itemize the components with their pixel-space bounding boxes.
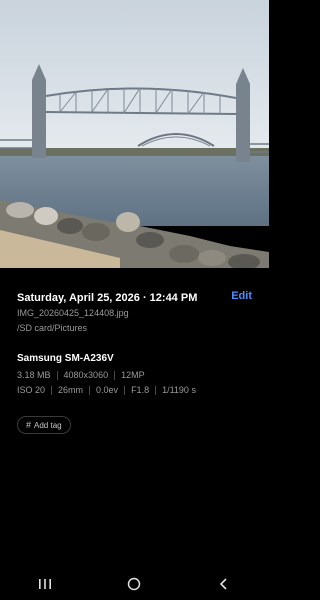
edit-datetime-button[interactable]: Edit bbox=[231, 290, 252, 302]
photo-image bbox=[0, 0, 269, 268]
home-icon bbox=[128, 577, 141, 591]
file-specs-row: 3.18 MB 4080x3060 12MP bbox=[17, 370, 145, 380]
camera-device: Samsung SM-A236V bbox=[17, 353, 114, 364]
divider bbox=[114, 370, 116, 380]
recents-icon bbox=[38, 579, 51, 589]
hash-icon: # bbox=[26, 420, 32, 430]
add-tag-button[interactable]: # Add tag bbox=[17, 416, 71, 434]
divider bbox=[155, 385, 157, 395]
exposure-specs-row: ISO 20 26mm 0.0ev F1.8 1/1190 s bbox=[17, 385, 196, 395]
back-button[interactable] bbox=[204, 570, 244, 598]
divider bbox=[56, 370, 58, 380]
add-tag-label: Add tag bbox=[34, 420, 62, 430]
photo-datetime: Saturday, April 25, 2026 · 12:44 PM bbox=[17, 292, 198, 304]
focal-length: 26mm bbox=[58, 385, 84, 395]
shutter-speed: 1/1190 s bbox=[162, 385, 196, 395]
recents-button[interactable] bbox=[25, 570, 65, 598]
divider bbox=[51, 385, 53, 395]
photo-preview[interactable] bbox=[0, 0, 269, 268]
aperture-value: F1.8 bbox=[131, 385, 150, 395]
system-navigation-bar bbox=[0, 568, 269, 600]
home-button[interactable] bbox=[114, 570, 154, 598]
exposure-value: 0.0ev bbox=[96, 385, 119, 395]
divider bbox=[89, 385, 91, 395]
divider bbox=[124, 385, 126, 395]
photo-details-panel: Saturday, April 25, 2026 · 12:44 PM Edit… bbox=[0, 268, 269, 568]
file-size: 3.18 MB bbox=[17, 370, 51, 380]
megapixels: 12MP bbox=[121, 370, 145, 380]
back-icon bbox=[220, 578, 227, 590]
photo-path: /SD card/Pictures bbox=[17, 323, 88, 333]
iso-value: ISO 20 bbox=[17, 385, 46, 395]
photo-filename: IMG_20260425_124408.jpg bbox=[17, 308, 129, 318]
image-resolution: 4080x3060 bbox=[63, 370, 109, 380]
